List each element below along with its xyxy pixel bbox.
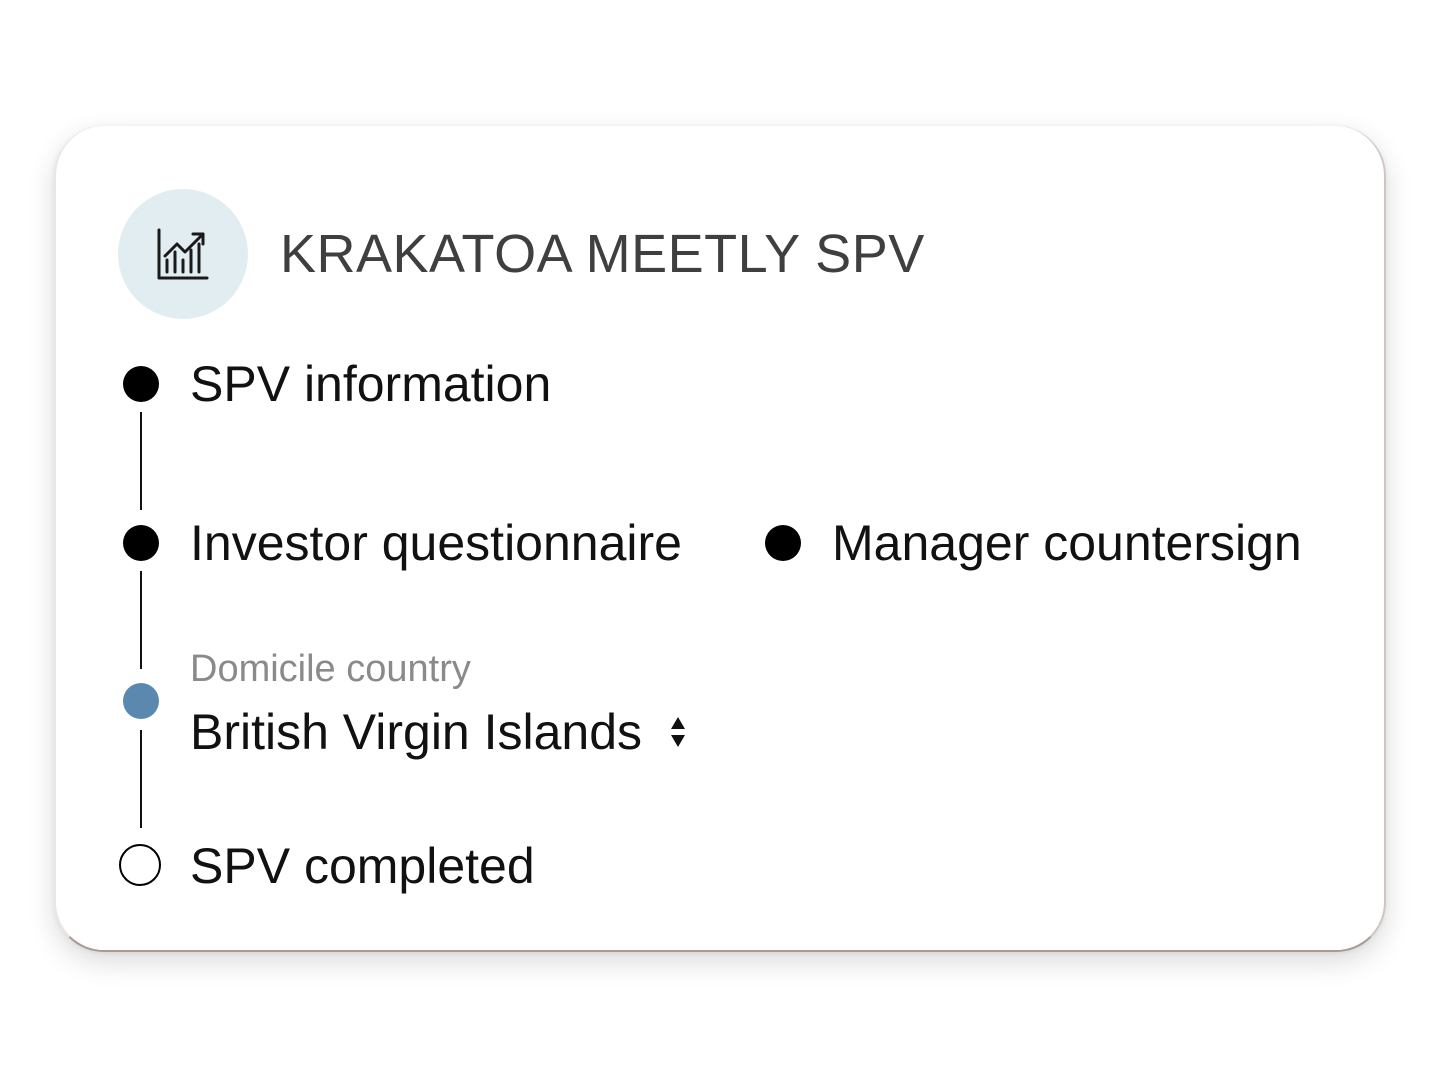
domicile-country-value: British Virgin Islands	[190, 704, 643, 760]
spv-title: KRAKATOA MEETLY SPV	[280, 224, 925, 284]
step-label-manager-countersign: Manager countersign	[832, 515, 1302, 571]
domicile-country-label: Domicile country	[190, 648, 471, 690]
step-dot-manager-countersign	[765, 525, 801, 561]
step-dot-current	[123, 683, 159, 719]
step-connector	[140, 571, 142, 669]
step-dot-spv-information	[123, 366, 159, 402]
spv-avatar	[118, 189, 248, 319]
sort-chevrons-icon	[670, 716, 686, 748]
domicile-country-select[interactable]: British Virgin Islands	[190, 702, 686, 762]
step-connector	[140, 730, 142, 828]
step-connector	[140, 412, 142, 510]
step-label-spv-completed: SPV completed	[190, 838, 535, 894]
spv-progress-card: KRAKATOA MEETLY SPV SPV information Inve…	[54, 126, 1386, 952]
step-dot-spv-completed	[119, 844, 161, 886]
step-label-spv-information: SPV information	[190, 356, 552, 412]
step-dot-investor-questionnaire	[123, 525, 159, 561]
chart-growth-icon	[157, 228, 209, 280]
step-label-investor-questionnaire: Investor questionnaire	[190, 515, 682, 571]
